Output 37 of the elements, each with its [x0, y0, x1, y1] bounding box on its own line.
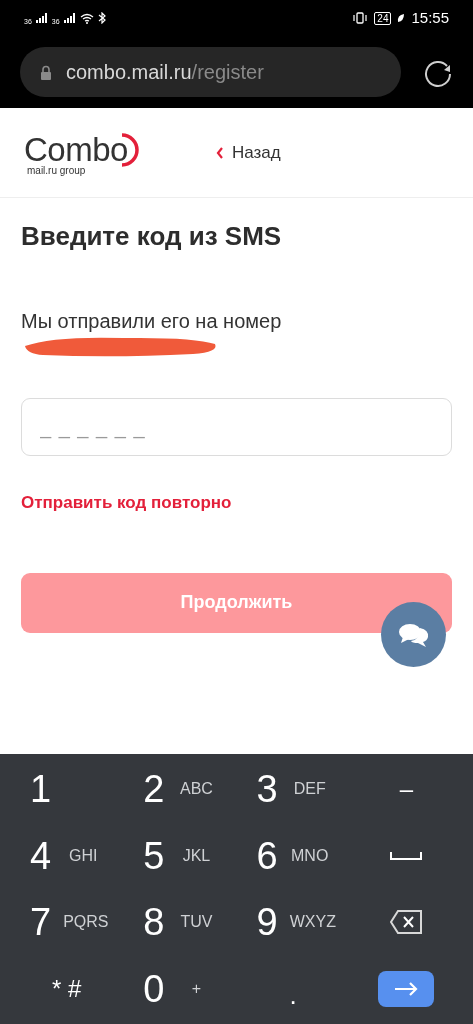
wifi-icon: [79, 12, 94, 24]
keyboard-key[interactable]: 6 MNO: [236, 822, 350, 889]
keyboard-key[interactable]: * #: [10, 955, 124, 1022]
logo[interactable]: Combo mail.ru group: [24, 129, 144, 176]
keyboard-key[interactable]: 2 ABC: [123, 756, 237, 823]
vibrate-icon: [352, 12, 369, 24]
keyboard-key[interactable]: 5 JKL: [123, 822, 237, 889]
keyboard-key[interactable]: 0 +: [123, 955, 237, 1022]
arrow-right-icon: [394, 981, 419, 996]
keyboard-key[interactable]: 9 WXYZ: [236, 889, 350, 956]
enter-button[interactable]: [378, 970, 435, 1007]
bluetooth-icon: [97, 12, 106, 24]
chevron-left-icon: [216, 146, 224, 159]
battery-level: 24: [374, 11, 392, 25]
address-bar[interactable]: combo.mail.ru/register: [20, 47, 401, 97]
back-link[interactable]: Назад: [216, 139, 281, 166]
clock: 15:55: [411, 7, 449, 28]
keyboard-key[interactable]: –: [349, 756, 463, 823]
resend-link[interactable]: Отправить код повторно: [21, 490, 232, 516]
keyboard-key[interactable]: 3 DEF: [236, 756, 350, 823]
keyboard-key[interactable]: 1: [10, 756, 124, 823]
keyboard-key[interactable]: 4 GHI: [10, 822, 124, 889]
page-title: Введите код из SMS: [21, 220, 283, 252]
leaf-icon: [397, 13, 406, 23]
keyboard-key[interactable]: 8 TUV: [123, 889, 237, 956]
space-icon: [390, 850, 423, 861]
lock-icon: [40, 64, 52, 80]
keyboard-key[interactable]: 7 PQRS: [10, 889, 124, 956]
url-text: combo.mail.ru/register: [66, 60, 264, 85]
logo-subtitle: mail.ru group: [27, 165, 86, 176]
keyboard-key[interactable]: .: [236, 955, 350, 1022]
signal-icon: [63, 13, 76, 23]
backspace-icon: [389, 909, 424, 936]
chat-icon: [397, 621, 430, 648]
info-text: Мы отправили его на номер: [21, 309, 283, 334]
code-field[interactable]: _ _ _ _ _ _: [21, 398, 452, 456]
signal-icon: [35, 13, 48, 23]
